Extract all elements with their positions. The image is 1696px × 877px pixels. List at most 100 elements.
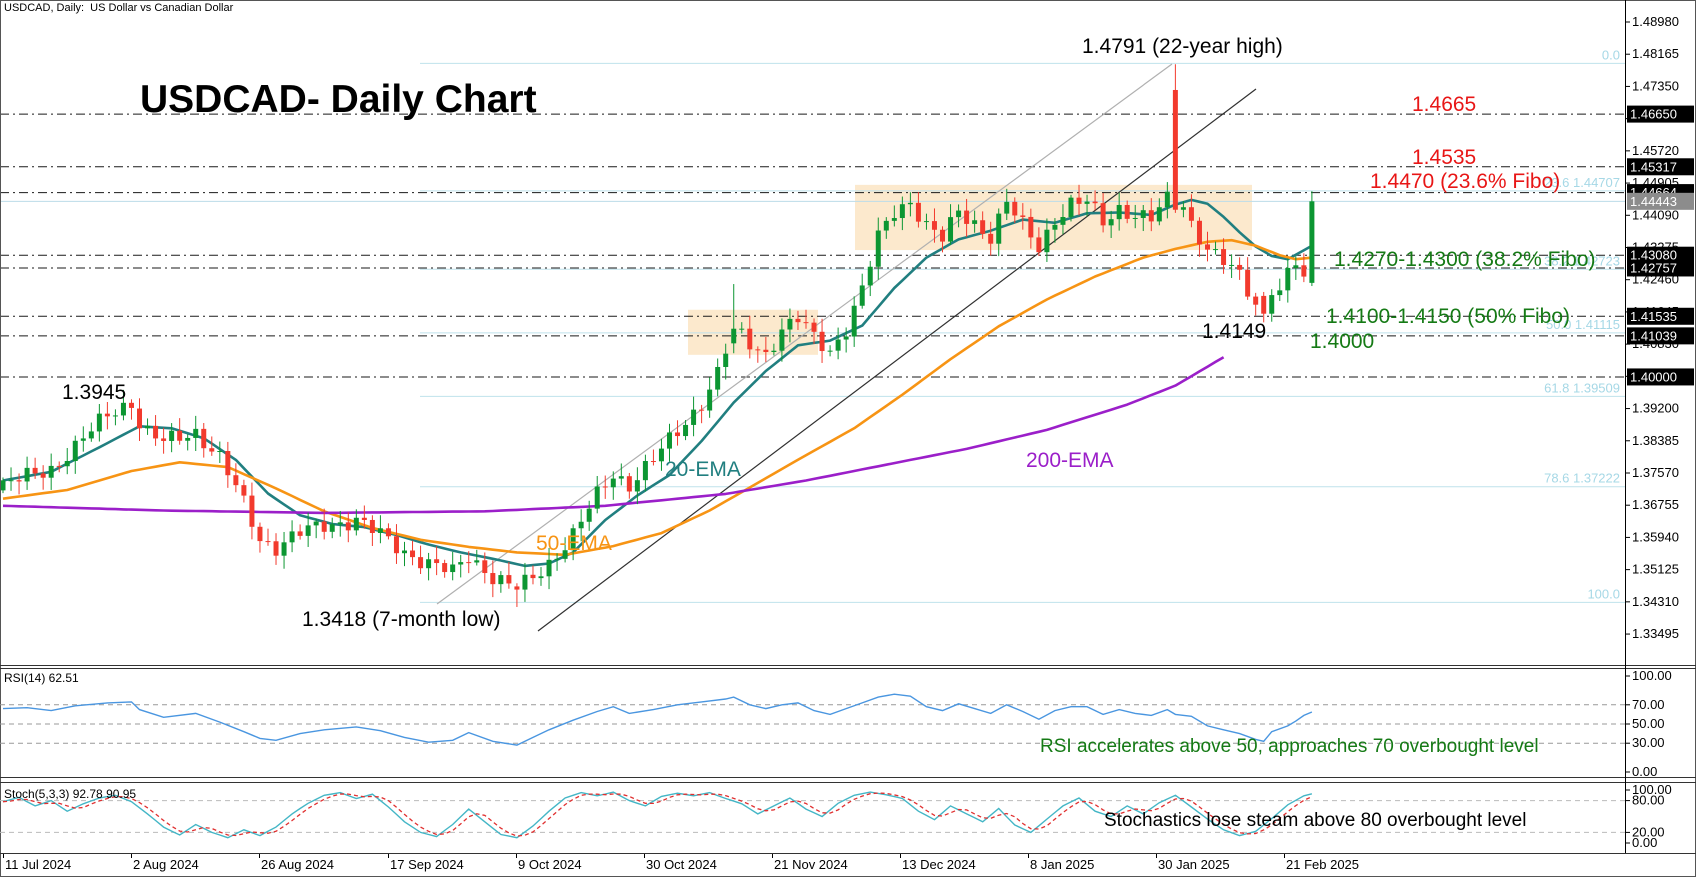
level-label: 1.4470 (23.6% Fibo)	[1370, 171, 1560, 193]
candle-body	[97, 414, 102, 432]
candle-body	[699, 410, 704, 411]
date-label: 8 Jan 2025	[1030, 857, 1094, 872]
candle-body	[683, 425, 688, 436]
candle-body	[17, 480, 22, 481]
candle-body	[1253, 297, 1258, 305]
candle-body	[241, 485, 246, 495]
candle-body	[900, 204, 905, 218]
candle-body	[1093, 202, 1098, 204]
candle-body	[635, 480, 640, 491]
price-badge-label: 1.41039	[1630, 328, 1677, 343]
price-tick-label: 1.38385	[1632, 433, 1679, 448]
price-annotation: 1.4149	[1202, 321, 1266, 343]
candle-body	[474, 560, 479, 562]
candle-body	[988, 234, 993, 244]
date-label: 21 Nov 2024	[774, 857, 848, 872]
candle-body	[282, 542, 287, 555]
candle-body	[330, 524, 335, 532]
candle-body	[338, 522, 343, 524]
rsi-indicator-label: RSI(14) 62.51	[4, 672, 79, 685]
price-tick-label: 1.34310	[1632, 594, 1679, 609]
candle-body	[972, 220, 977, 224]
candle-body	[860, 285, 865, 305]
candle-body	[298, 531, 303, 535]
candle-body	[89, 431, 94, 438]
candle-body	[1149, 210, 1154, 221]
candle-body	[1020, 215, 1025, 216]
candle-body	[257, 527, 262, 541]
candle-body	[193, 429, 198, 438]
date-label: 21 Feb 2025	[1286, 857, 1359, 872]
candle-body	[201, 429, 206, 448]
date-label: 30 Oct 2024	[646, 857, 717, 872]
price-badge-label: 1.46650	[1630, 107, 1677, 122]
candle-body	[1221, 249, 1226, 265]
candle-body	[980, 220, 985, 234]
candle-body	[932, 221, 937, 230]
date-label: 17 Sep 2024	[390, 857, 464, 872]
candle-body	[1189, 207, 1194, 221]
candle-body	[667, 432, 672, 448]
candle-body	[265, 541, 270, 542]
price-badge-label: 1.42757	[1630, 260, 1677, 275]
symbol-header: USDCAD, Daily: US Dollar vs Canadian Dol…	[4, 3, 233, 15]
candle-body	[795, 319, 800, 322]
candle-body	[418, 557, 423, 568]
candle-body	[1117, 205, 1122, 219]
candle-body	[1205, 244, 1210, 249]
candle-body	[25, 468, 30, 482]
candle-body	[177, 431, 182, 441]
candle-body	[1133, 218, 1138, 219]
candle-body	[996, 214, 1001, 244]
candle-body	[739, 329, 744, 330]
candle-body	[105, 414, 110, 417]
candle-body	[233, 475, 238, 485]
candle-body	[346, 522, 351, 530]
candle-body	[1261, 296, 1266, 314]
candle-body	[1213, 249, 1218, 250]
candle-body	[611, 479, 616, 488]
candle-body	[1044, 230, 1049, 252]
candle-body	[73, 441, 78, 461]
rsi-tick-label: 50.00	[1632, 716, 1665, 731]
candle-body	[852, 306, 857, 337]
candle-body	[771, 351, 776, 352]
candle-body	[41, 473, 46, 477]
price-tick-label: 1.36755	[1632, 497, 1679, 512]
candle-body	[410, 551, 415, 558]
candle-body	[715, 367, 720, 390]
chart-title: USDCAD- Daily Chart	[140, 80, 537, 121]
candle-body	[530, 575, 535, 578]
ema-label: 50-EMA	[536, 533, 612, 555]
level-label: 1.4100-1.4150 (50% Fibo)	[1326, 306, 1570, 328]
candle-body	[81, 438, 86, 440]
price-tick-label: 1.39200	[1632, 401, 1679, 416]
candle-body	[386, 528, 391, 536]
candle-body	[747, 329, 752, 350]
candle-body	[1060, 217, 1065, 225]
candle-body	[587, 509, 592, 522]
candle-body	[651, 461, 656, 462]
candle-body	[876, 231, 881, 267]
candle-body	[1293, 265, 1298, 268]
fib-label: 61.8 1.39509	[1544, 380, 1620, 395]
price-annotation: 1.3418 (7-month low)	[302, 609, 500, 631]
candle-body	[65, 461, 70, 466]
trendline	[437, 64, 1172, 604]
candle-body	[1269, 295, 1274, 314]
candle-body	[763, 350, 768, 352]
candle-body	[812, 323, 817, 332]
candle-body	[675, 432, 680, 436]
price-tick-label: 1.47350	[1632, 78, 1679, 93]
candle-body	[1181, 207, 1186, 210]
candle-body	[1277, 290, 1282, 295]
price-tick-label: 1.48165	[1632, 46, 1679, 61]
price-tick-label: 1.35940	[1632, 529, 1679, 544]
candle-body	[498, 575, 503, 584]
candle-body	[595, 486, 600, 508]
candle-body	[482, 560, 487, 573]
candle-body	[924, 221, 929, 222]
candle-body	[707, 390, 712, 411]
candle-body	[306, 525, 311, 535]
candle-body	[1036, 237, 1041, 252]
